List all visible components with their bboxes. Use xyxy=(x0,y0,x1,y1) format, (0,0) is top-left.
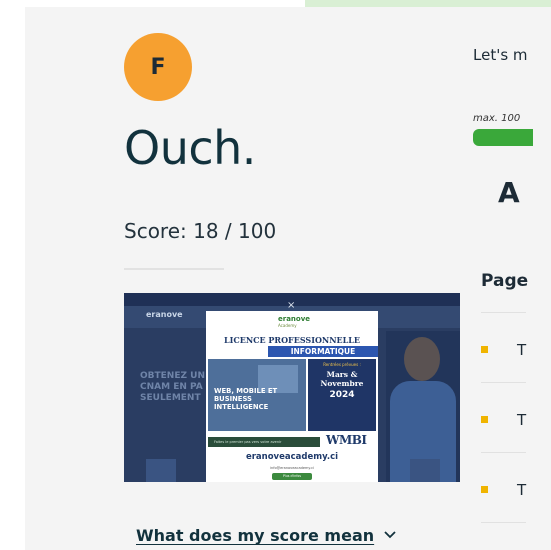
grade-letter: F xyxy=(150,54,166,80)
grade-badge: F xyxy=(124,33,192,101)
flyer-title: LICENCE PROFESSIONNELLE xyxy=(224,335,360,345)
divider xyxy=(124,268,224,270)
flyer-button: Plus d'infos xyxy=(272,473,312,480)
page-section-label: Page xyxy=(481,271,529,291)
list-item: T xyxy=(481,341,526,361)
website-screenshot: eranove × OBTENEZ UN CNAM EN PA SEULEMEN… xyxy=(124,293,460,482)
screenshot-logo: eranove xyxy=(146,310,183,319)
intro-text: Let's m xyxy=(473,46,528,64)
flyer-bar: Faites le premier pas vers votre avenir xyxy=(208,437,320,447)
flyer-wmbi-logo: WMBI xyxy=(326,433,367,447)
flyer-image-text: WEB, MOBILE ET BUSINESS INTELLIGENCE xyxy=(214,387,278,411)
list-item: T xyxy=(481,481,526,501)
score-meaning-label: What does my score mean xyxy=(136,526,375,545)
grade-heading: A xyxy=(498,176,520,209)
flyer-image: WEB, MOBILE ET BUSINESS INTELLIGENCE xyxy=(208,359,306,431)
bullet-icon xyxy=(481,486,488,493)
score-progress-bar xyxy=(473,129,533,146)
top-banner-strip xyxy=(305,0,551,7)
max-score-label: max. 100 xyxy=(473,113,521,124)
screenshot-tile-left xyxy=(146,459,176,482)
score-meaning-link[interactable]: What does my score mean xyxy=(136,526,396,545)
page-title: Ouch. xyxy=(124,121,256,175)
close-icon: × xyxy=(287,300,296,311)
flyer-subtitle: INFORMATIQUE xyxy=(268,346,378,357)
flyer-url: eranoveacademy.ci xyxy=(245,452,339,462)
score-text: Score: 18 / 100 xyxy=(124,219,277,243)
list-item: T xyxy=(481,411,526,431)
screenshot-tile-right xyxy=(410,459,440,482)
flyer-logo: eranove Academy xyxy=(278,315,311,328)
page-gutter xyxy=(0,0,25,550)
divider xyxy=(481,312,526,313)
report-panel: F Ouch. Score: 18 / 100 eranove × OBTENE… xyxy=(25,7,551,550)
flyer-email: info@eranoveacademy.ci xyxy=(270,466,314,470)
bullet-icon xyxy=(481,346,488,353)
flyer-dates-box: Rentrées prévues : Mars & Novembre 2024 xyxy=(308,359,376,431)
popup-flyer: eranove Academy LICENCE PROFESSIONNELLE … xyxy=(206,311,378,482)
divider xyxy=(481,452,526,453)
divider xyxy=(481,382,526,383)
bullet-icon xyxy=(481,416,488,423)
chevron-down-icon xyxy=(384,529,396,542)
divider xyxy=(481,522,526,523)
